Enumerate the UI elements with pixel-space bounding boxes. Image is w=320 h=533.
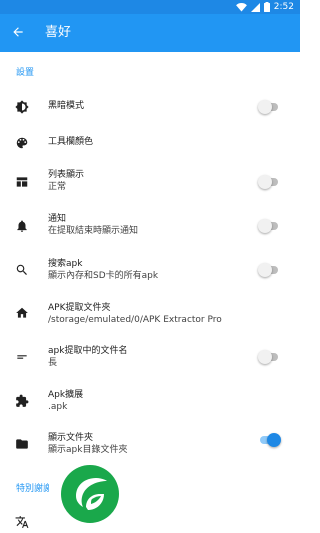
theme-icon xyxy=(15,100,29,114)
thanks-item-translate[interactable] xyxy=(0,508,300,533)
setting-title: APK提取文件夾 xyxy=(48,303,111,313)
bell-icon xyxy=(15,219,29,233)
setting-title: 黑暗模式 xyxy=(48,101,85,111)
home-icon xyxy=(15,306,29,320)
setting-title: 顯示文件夾 xyxy=(48,433,94,443)
setting-subtitle: 長 xyxy=(48,358,58,368)
setting-extract-folder[interactable]: APK提取文件夾 /storage/emulated/0/APK Extract… xyxy=(0,300,300,332)
setting-subtitle: 正常 xyxy=(48,182,67,192)
wifi-icon xyxy=(235,2,247,12)
setting-dark-mode[interactable]: 黑暗模式 xyxy=(0,92,300,122)
file-name-switch[interactable] xyxy=(258,350,280,364)
setting-apk-extension[interactable]: Apk擴展 .apk xyxy=(0,387,300,419)
dark-mode-switch[interactable] xyxy=(258,100,280,114)
search-icon xyxy=(15,263,29,277)
short-text-icon xyxy=(15,350,29,364)
setting-title: 通知 xyxy=(48,214,67,224)
setting-title: apk提取中的文件名 xyxy=(48,346,128,356)
page-title: 喜好 xyxy=(45,25,72,40)
setting-title: 搜索apk xyxy=(48,259,83,269)
setting-subtitle: 在提取結束時顯示通知 xyxy=(48,226,139,236)
setting-toolbar-color[interactable]: 工具欄顏色 xyxy=(0,129,300,159)
setting-title: 列表顯示 xyxy=(48,170,85,180)
setting-subtitle: 顯示內存和SD卡的所有apk xyxy=(48,271,159,281)
translate-icon xyxy=(15,515,29,529)
search-apk-switch[interactable] xyxy=(258,263,280,277)
setting-notification[interactable]: 通知 在提取結束時顯示通知 xyxy=(0,210,300,242)
section-header-thanks: 特別謝謝 xyxy=(16,484,53,494)
status-time: 2:52 xyxy=(273,2,294,12)
status-icons: 2:52 xyxy=(235,1,294,13)
folder-icon xyxy=(15,437,29,451)
battery-icon xyxy=(263,2,270,12)
setting-subtitle: .apk xyxy=(48,402,68,412)
show-folder-switch[interactable] xyxy=(258,433,281,447)
signal-icon xyxy=(250,2,260,12)
extension-icon xyxy=(15,394,29,408)
view-list-icon xyxy=(15,175,29,189)
setting-list-display[interactable]: 列表顯示 正常 xyxy=(0,166,300,198)
setting-subtitle: 顯示apk目錄文件夾 xyxy=(48,445,128,455)
palette-icon xyxy=(15,136,29,150)
setting-title: Apk擴展 xyxy=(48,390,84,400)
list-display-switch[interactable] xyxy=(258,175,280,189)
setting-title: 工具欄顏色 xyxy=(48,137,94,147)
setting-file-name[interactable]: apk提取中的文件名 長 xyxy=(0,343,300,375)
arrow-back-icon xyxy=(11,24,25,43)
notification-switch[interactable] xyxy=(258,219,280,233)
watermark-logo xyxy=(49,459,131,533)
setting-search-apk[interactable]: 搜索apk 顯示內存和SD卡的所有apk xyxy=(0,255,300,287)
section-header-settings: 設置 xyxy=(16,68,35,78)
status-bar: 2:52 xyxy=(0,0,300,14)
leaf-logo-icon xyxy=(59,463,121,529)
setting-subtitle: /storage/emulated/0/APK Extractor Pro xyxy=(48,315,222,325)
app-bar: 喜好 xyxy=(0,14,300,52)
back-button[interactable] xyxy=(8,23,28,43)
setting-show-folder[interactable]: 顯示文件夾 顯示apk目錄文件夾 xyxy=(0,430,300,462)
